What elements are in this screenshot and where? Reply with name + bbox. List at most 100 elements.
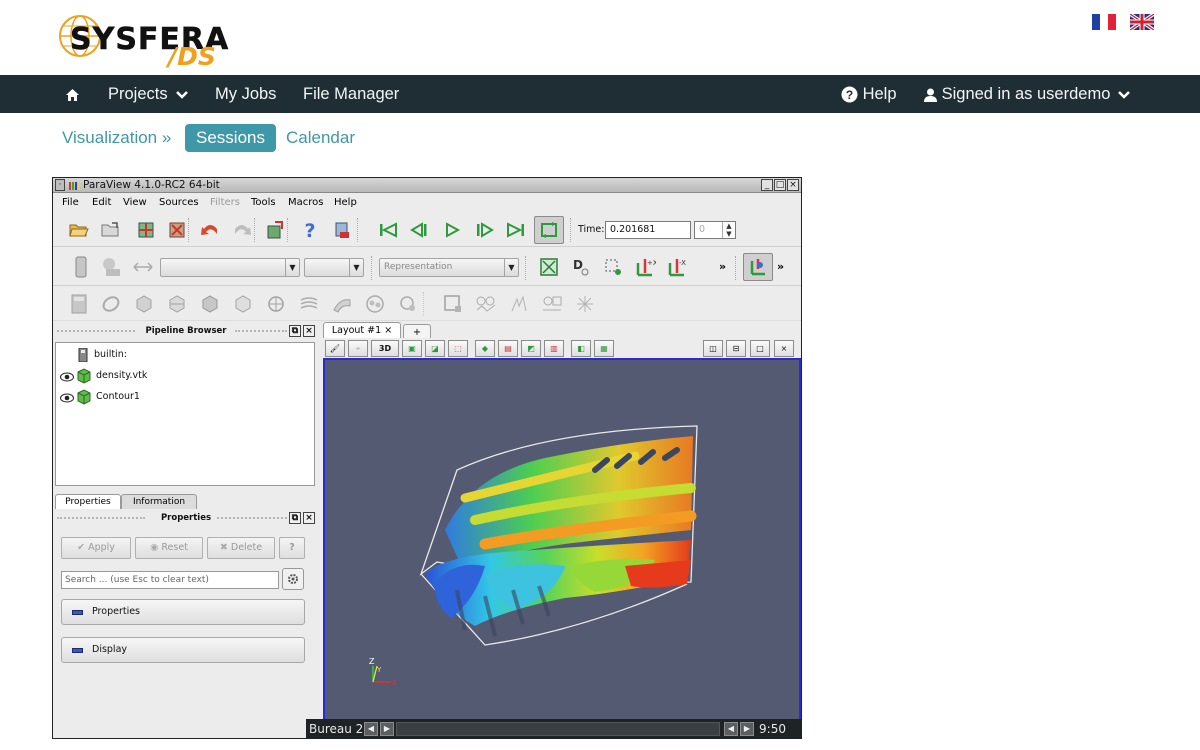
help-icon[interactable]: ? — [298, 218, 322, 242]
close-icon[interactable]: × — [303, 512, 315, 524]
connect-icon[interactable] — [134, 218, 158, 242]
select-points-icon[interactable]: ⬚ — [448, 340, 468, 357]
open-icon[interactable] — [67, 218, 91, 242]
menu-help[interactable]: Help — [334, 194, 357, 212]
tab-information[interactable]: Information — [121, 494, 197, 509]
plot-data-icon[interactable] — [474, 292, 498, 316]
select-frustum-icon[interactable]: ◆ — [475, 340, 495, 357]
select-polygon-icon[interactable]: ▥ — [544, 340, 564, 357]
previous-desktop-icon[interactable]: ◀ — [364, 722, 378, 736]
set-view-plus-x-icon[interactable]: +X — [633, 255, 657, 279]
interaction-mode-icon[interactable] — [743, 253, 773, 281]
menu-sources[interactable]: Sources — [159, 194, 199, 212]
home-link[interactable] — [65, 75, 80, 113]
redo-icon[interactable] — [230, 218, 254, 242]
undo-icon[interactable] — [198, 218, 222, 242]
zoom-to-data-icon[interactable]: D — [569, 255, 593, 279]
window-list-track[interactable] — [396, 722, 720, 736]
python-calculator-icon[interactable] — [573, 292, 597, 316]
color-array-combo[interactable]: ▼ — [160, 258, 300, 277]
toolbar-overflow-icon[interactable]: » — [777, 260, 784, 273]
previous-frame-icon[interactable] — [408, 218, 432, 242]
desktop-name[interactable]: Bureau 2 — [309, 719, 363, 739]
variable-toggle-icon[interactable] — [69, 255, 93, 279]
representation-combo[interactable]: Representation ▼ — [379, 258, 519, 277]
histogram-icon[interactable] — [507, 292, 531, 316]
capture-screenshot-icon[interactable]: ▣ — [402, 340, 422, 357]
close-icon[interactable]: × — [303, 325, 315, 337]
float-icon[interactable]: ⧉ — [289, 325, 301, 337]
sysfera-logo[interactable]: SYSFERA /DS — [59, 10, 240, 71]
help-link[interactable]: ? Help — [841, 75, 897, 113]
close-view-icon[interactable]: × — [774, 340, 794, 357]
spin-arrows-icon[interactable]: ▲ ▼ — [722, 222, 735, 238]
split-vertical-icon[interactable]: ⊟ — [726, 340, 746, 357]
scroll-right-icon[interactable]: ▶ — [740, 722, 754, 736]
delete-button[interactable]: ✖ Delete — [207, 537, 275, 559]
clip-icon[interactable] — [132, 292, 156, 316]
menu-filters[interactable]: Filters — [210, 194, 240, 212]
uk-flag-icon[interactable] — [1130, 14, 1154, 30]
my-jobs-link[interactable]: My Jobs — [215, 75, 276, 113]
grow-selection-icon[interactable]: ◧ — [571, 340, 591, 357]
next-frame-icon[interactable] — [472, 218, 496, 242]
next-desktop-icon[interactable]: ▶ — [380, 722, 394, 736]
properties-search-input[interactable]: Search ... (use Esc to clear text) — [61, 571, 279, 589]
calendar-link[interactable]: Calendar — [286, 124, 355, 152]
apply-button[interactable]: ✔ Apply — [61, 537, 131, 559]
close-icon[interactable]: × — [787, 179, 799, 191]
render-view-3d[interactable]: Z Y X — [323, 358, 801, 738]
window-menu-icon[interactable]: · — [55, 179, 65, 191]
extract-subset-icon[interactable] — [231, 292, 255, 316]
time-step-spinbox[interactable]: 0 ▲ ▼ — [694, 221, 736, 239]
rescale-range-icon[interactable] — [131, 255, 155, 279]
interactive-select-icon[interactable]: ◩ — [521, 340, 541, 357]
properties-section-toggle[interactable]: Properties — [61, 599, 305, 625]
visualization-link[interactable]: Visualization » — [62, 124, 171, 152]
disconnect-icon[interactable] — [165, 218, 189, 242]
camera-undo-icon[interactable] — [263, 218, 287, 242]
whats-this-icon[interactable] — [330, 218, 354, 242]
time-input[interactable]: 0.201681 — [605, 221, 691, 239]
select-cells-icon[interactable]: ◪ — [425, 340, 445, 357]
tab-properties[interactable]: Properties — [55, 494, 121, 509]
file-manager-link[interactable]: File Manager — [303, 75, 399, 113]
split-horizontal-icon[interactable]: ◫ — [703, 340, 723, 357]
save-state-icon[interactable] — [99, 218, 123, 242]
view-split-cam-icon[interactable]: 🖌 — [325, 340, 345, 357]
reset-camera-icon[interactable] — [537, 255, 561, 279]
maximize-icon[interactable]: □ — [774, 179, 786, 191]
scroll-left-icon[interactable]: ◀ — [724, 722, 738, 736]
group-datasets-icon[interactable] — [363, 292, 387, 316]
menu-view[interactable]: View — [123, 194, 147, 212]
contour-icon[interactable] — [99, 292, 123, 316]
glyph-icon[interactable] — [264, 292, 288, 316]
last-frame-icon[interactable] — [504, 218, 528, 242]
calculator-icon[interactable] — [67, 292, 91, 316]
zoom-box-icon[interactable] — [601, 255, 625, 279]
clear-selection-icon[interactable]: ▦ — [594, 340, 614, 357]
loop-icon[interactable] — [534, 216, 564, 244]
stream-tracer-icon[interactable] — [297, 292, 321, 316]
spreadsheet-view-icon[interactable] — [540, 292, 564, 316]
view-link-icon[interactable]: ⌖ — [348, 340, 368, 357]
float-icon[interactable]: ⧉ — [289, 512, 301, 524]
extract-level-icon[interactable] — [396, 292, 420, 316]
toolbar-overflow-icon[interactable]: » — [719, 260, 726, 273]
play-icon[interactable] — [440, 218, 464, 242]
eye-icon[interactable] — [60, 393, 74, 403]
projects-menu[interactable]: Projects — [108, 75, 189, 113]
advanced-settings-gear-icon[interactable] — [282, 568, 304, 590]
tab-layout-1[interactable]: Layout #1 × — [323, 322, 401, 338]
component-combo[interactable]: ▼ — [304, 258, 364, 277]
sessions-tab[interactable]: Sessions — [185, 124, 276, 152]
maximize-view-icon[interactable]: □ — [750, 340, 770, 357]
plot-over-line-icon[interactable] — [441, 292, 465, 316]
eye-icon[interactable] — [60, 372, 74, 382]
french-flag-icon[interactable] — [1092, 14, 1116, 30]
minimize-icon[interactable]: _ — [761, 179, 773, 191]
select-blocks-icon[interactable]: ▤ — [498, 340, 518, 357]
display-section-toggle[interactable]: Display — [61, 637, 305, 663]
menu-file[interactable]: File — [62, 194, 79, 212]
user-menu[interactable]: Signed in as userdemo — [924, 75, 1131, 113]
